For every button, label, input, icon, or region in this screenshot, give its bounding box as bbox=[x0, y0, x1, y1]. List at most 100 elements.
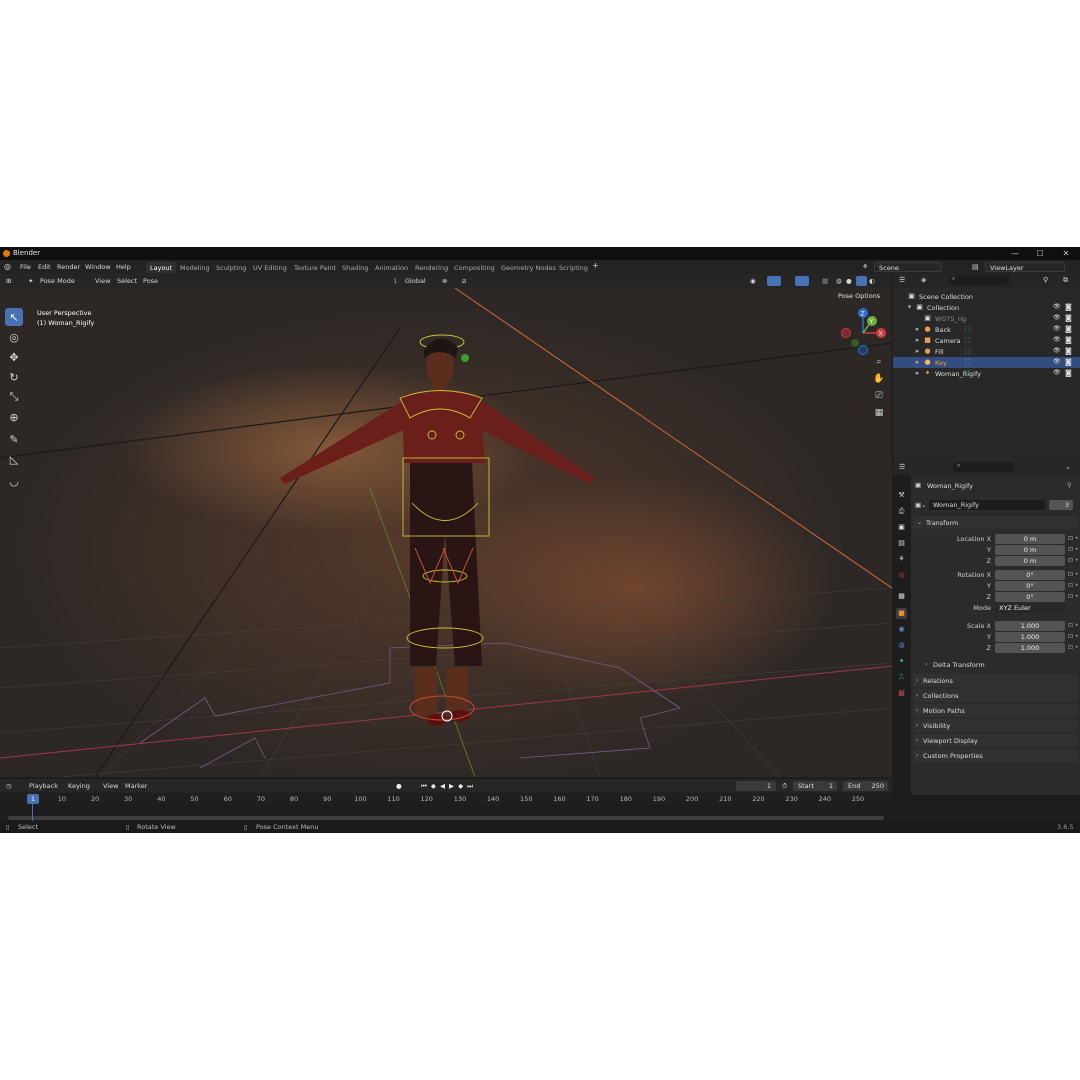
location-z-field[interactable]: 0 m bbox=[995, 556, 1065, 566]
move-tool[interactable]: ✥ bbox=[5, 348, 23, 366]
properties-search-input[interactable]: ⌕ bbox=[953, 462, 1015, 472]
expand-icon[interactable]: ▸ bbox=[913, 336, 922, 345]
menu-marker[interactable]: Marker bbox=[125, 782, 147, 790]
render-camera-icon[interactable]: ◙ bbox=[1065, 325, 1072, 333]
perspective-grid-icon[interactable]: ▦ bbox=[872, 406, 886, 420]
solid-shading-icon[interactable]: ● bbox=[846, 277, 852, 285]
current-frame-field[interactable]: 1 bbox=[736, 781, 776, 791]
bend-tool[interactable]: ◡ bbox=[5, 472, 23, 490]
lock-icon[interactable]: ⊡ • bbox=[1068, 535, 1078, 542]
outliner-search-input[interactable]: ⌕ bbox=[948, 275, 1010, 285]
physics-properties-tab-icon[interactable]: ◍ bbox=[896, 640, 907, 651]
pose-properties-tab-icon[interactable]: ✦ bbox=[896, 656, 907, 667]
pin-icon[interactable]: ⚲ bbox=[1067, 481, 1072, 489]
outliner-item-fill[interactable]: ▸ ● Fill ⬚ 👁 ◙ bbox=[893, 346, 1080, 357]
texture-properties-tab-icon[interactable]: ▩ bbox=[896, 688, 907, 699]
lock-icon[interactable]: ⊡ • bbox=[1068, 633, 1078, 640]
orientation-dropdown[interactable]: Global bbox=[405, 277, 426, 285]
view-layer-field[interactable]: ViewLayer bbox=[985, 262, 1065, 272]
lock-icon[interactable]: ⊡ • bbox=[1068, 622, 1078, 629]
modifier-properties-tab-icon[interactable]: ◉ bbox=[896, 624, 907, 635]
filter-icon[interactable]: ⚲ bbox=[1043, 276, 1048, 284]
render-camera-icon[interactable]: ◙ bbox=[1065, 314, 1072, 322]
properties-options-icon[interactable]: ⌄ bbox=[1065, 463, 1071, 471]
rotation-y-field[interactable]: 0° bbox=[995, 581, 1065, 591]
workspace-tab-sculpting[interactable]: Sculpting bbox=[212, 262, 250, 273]
visibility-eye-icon[interactable]: 👁 bbox=[1053, 303, 1061, 310]
tool-properties-tab-icon[interactable]: ⚒ bbox=[896, 490, 907, 501]
overlay-toggle-icon[interactable] bbox=[795, 276, 809, 286]
end-frame-field[interactable]: End 250 bbox=[843, 781, 888, 791]
panel-viewport-display[interactable]: › Viewport Display bbox=[913, 734, 1078, 747]
scale-z-field[interactable]: 1.000 bbox=[995, 643, 1065, 653]
lock-icon[interactable]: ⊡ • bbox=[1068, 557, 1078, 564]
lock-icon[interactable]: ⊡ • bbox=[1068, 546, 1078, 553]
outliner-item-scene-collection[interactable]: ▣ Scene Collection bbox=[893, 291, 1080, 302]
workspace-tab-uv-editing[interactable]: UV Editing bbox=[249, 262, 291, 273]
output-properties-tab-icon[interactable]: ▣ bbox=[896, 522, 907, 533]
cursor-tool[interactable]: ◎ bbox=[5, 328, 23, 346]
pose-options-dropdown[interactable]: Pose Options bbox=[838, 292, 880, 300]
measure-tool[interactable]: ◺ bbox=[5, 450, 23, 468]
panel-custom-properties[interactable]: › Custom Properties bbox=[913, 749, 1078, 762]
blender-menu-icon[interactable]: ◎ bbox=[4, 262, 11, 271]
object-name-field[interactable]: Woman_Rigify bbox=[929, 500, 1045, 510]
gizmo-toggle-icon[interactable] bbox=[767, 276, 781, 286]
snap-icon[interactable]: ⧄ bbox=[462, 277, 466, 286]
scale-tool[interactable]: ⤡ bbox=[5, 388, 23, 406]
panel-motion-paths[interactable]: › Motion Paths bbox=[913, 704, 1078, 717]
playback-controls-icon[interactable]: ⏮ ◆ ◀ ▶ ◆ ⏭ bbox=[421, 782, 474, 791]
bone-properties-tab-icon[interactable]: ⎍ bbox=[896, 672, 907, 683]
rotation-x-field[interactable]: 0° bbox=[995, 570, 1065, 580]
menu-playback[interactable]: Playback bbox=[29, 782, 58, 790]
timeline-scrollbar[interactable] bbox=[8, 816, 884, 820]
location-x-field[interactable]: 0 m bbox=[995, 534, 1065, 544]
current-frame-indicator[interactable]: 1 bbox=[27, 794, 39, 804]
scale-x-field[interactable]: 1.000 bbox=[995, 621, 1065, 631]
stopwatch-icon[interactable]: ⏱ bbox=[782, 782, 787, 791]
rotation-mode-dropdown[interactable]: XYZ Euler bbox=[995, 603, 1065, 613]
timeline-body[interactable] bbox=[0, 805, 892, 821]
material-shading-icon[interactable] bbox=[856, 276, 867, 286]
new-collection-icon[interactable]: ⧉ bbox=[1063, 276, 1068, 285]
outliner-item-collection[interactable]: ▾ ▣ Collection 👁 ◙ bbox=[893, 302, 1080, 313]
camera-view-icon[interactable]: ⎚ bbox=[872, 389, 886, 403]
menu-file[interactable]: File bbox=[20, 263, 31, 271]
render-properties-tab-icon[interactable]: ⎙ bbox=[896, 506, 907, 517]
maximize-button[interactable]: ☐ bbox=[1030, 247, 1050, 260]
display-mode-icon[interactable]: ◈ bbox=[921, 276, 926, 284]
pivot-icon[interactable]: ⊗ bbox=[442, 277, 447, 285]
menu-view[interactable]: View bbox=[95, 277, 110, 285]
properties-editor-icon[interactable]: ☰ bbox=[899, 463, 905, 471]
scene-properties-tab-icon[interactable]: ⚘ bbox=[896, 554, 907, 565]
expand-icon[interactable]: ▾ bbox=[905, 303, 914, 312]
workspace-tab-animation[interactable]: Animation bbox=[371, 262, 412, 273]
workspace-tab-compositing[interactable]: Compositing bbox=[450, 262, 499, 273]
data-browse-icon[interactable]: ▣⌄ bbox=[915, 501, 927, 509]
menu-timeline-view[interactable]: View bbox=[103, 782, 118, 790]
frame-ruler[interactable]: 1102030405060708090100110120130140150160… bbox=[0, 793, 892, 805]
collection-properties-tab-icon[interactable]: ▦ bbox=[896, 591, 907, 602]
select-box-tool[interactable]: ↖ bbox=[5, 308, 23, 326]
visibility-eye-icon[interactable]: 👁 bbox=[1053, 325, 1061, 332]
panel-visibility[interactable]: › Visibility bbox=[913, 719, 1078, 732]
delta-transform-panel[interactable]: Delta Transform bbox=[933, 661, 985, 669]
wireframe-shading-icon[interactable]: ◍ bbox=[836, 277, 842, 285]
workspace-tab-shading[interactable]: Shading bbox=[338, 262, 372, 273]
visibility-icon[interactable]: ◉ bbox=[750, 277, 756, 285]
lock-icon[interactable]: ⊡ • bbox=[1068, 644, 1078, 651]
lock-icon[interactable]: ⊡ • bbox=[1068, 571, 1078, 578]
lock-icon[interactable]: ⊡ • bbox=[1068, 593, 1078, 600]
xray-icon[interactable]: ▦ bbox=[822, 277, 828, 285]
visibility-eye-icon[interactable]: 👁 bbox=[1053, 347, 1061, 354]
minimize-button[interactable]: — bbox=[1005, 247, 1025, 260]
scale-y-field[interactable]: 1.000 bbox=[995, 632, 1065, 642]
3d-viewport[interactable]: Z Y X User Perspective (1) Woman_Rigify … bbox=[0, 288, 892, 777]
expand-icon[interactable] bbox=[913, 314, 922, 323]
render-camera-icon[interactable]: ◙ bbox=[1065, 336, 1072, 344]
expand-icon[interactable]: ▸ bbox=[913, 358, 922, 367]
workspace-tab-texture-paint[interactable]: Texture Paint bbox=[290, 262, 340, 273]
expand-icon[interactable]: ▸ bbox=[913, 325, 922, 334]
render-camera-icon[interactable]: ◙ bbox=[1065, 369, 1072, 377]
visibility-eye-icon[interactable]: 👁 bbox=[1053, 369, 1061, 376]
